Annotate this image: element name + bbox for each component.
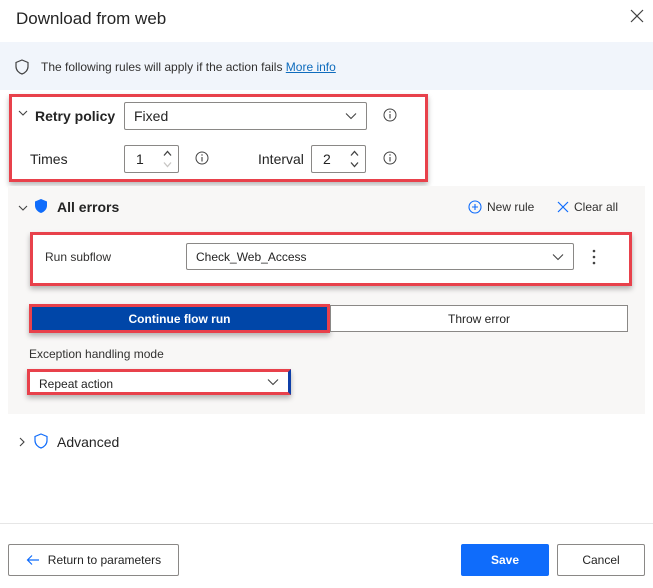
chevron-down-icon (345, 113, 357, 120)
cancel-button[interactable]: Cancel (557, 544, 645, 576)
info-icon[interactable] (383, 151, 397, 165)
shield-outline-icon (15, 59, 29, 75)
advanced-label[interactable]: Advanced (57, 434, 119, 450)
return-to-parameters-button[interactable]: Return to parameters (8, 544, 179, 576)
arrow-left-icon (26, 555, 39, 565)
chevron-down-icon[interactable] (18, 108, 28, 118)
return-label: Return to parameters (47, 553, 162, 567)
retry-policy-value: Fixed (134, 108, 169, 124)
add-circle-icon (468, 200, 482, 214)
clear-all-button[interactable]: Clear all (557, 200, 618, 214)
exception-mode-label: Exception handling mode (29, 347, 164, 361)
continue-flow-run-button[interactable]: Continue flow run (29, 304, 330, 333)
subflow-value: Check_Web_Access (196, 250, 307, 264)
interval-stepper[interactable]: 2 (311, 145, 366, 173)
chevron-right-icon[interactable] (17, 437, 27, 447)
shield-filled-icon (35, 199, 47, 213)
retry-policy-dropdown[interactable]: Fixed (124, 102, 367, 130)
new-rule-button[interactable]: New rule (468, 200, 534, 214)
all-errors-label[interactable]: All errors (57, 199, 119, 215)
times-stepper[interactable]: 1 (124, 145, 179, 173)
dismiss-icon (557, 201, 569, 213)
footer-divider (0, 523, 653, 524)
banner-message: The following rules will apply if the ac… (41, 60, 286, 74)
increment-icon[interactable] (350, 150, 359, 157)
banner-text: The following rules will apply if the ac… (41, 60, 336, 74)
subflow-dropdown[interactable]: Check_Web_Access (186, 243, 574, 270)
shield-outline-icon (34, 433, 48, 449)
clear-all-label: Clear all (574, 200, 619, 214)
times-label: Times (30, 151, 68, 167)
info-icon[interactable] (383, 108, 397, 122)
exception-mode-dropdown[interactable]: Repeat action (27, 369, 291, 395)
chevron-down-icon[interactable] (18, 203, 28, 213)
decrement-icon[interactable] (163, 161, 172, 168)
save-button[interactable]: Save (461, 544, 549, 576)
retry-policy-label[interactable]: Retry policy (35, 108, 115, 124)
new-rule-label: New rule (487, 200, 535, 214)
interval-value: 2 (323, 151, 331, 167)
throw-error-button[interactable]: Throw error (330, 305, 628, 332)
dialog-title: Download from web (16, 9, 167, 28)
chevron-down-icon (552, 253, 564, 260)
increment-icon[interactable] (163, 150, 172, 157)
info-icon[interactable] (195, 151, 209, 165)
interval-label: Interval (258, 151, 304, 167)
times-value: 1 (136, 151, 144, 167)
run-subflow-label: Run subflow (45, 250, 112, 264)
decrement-icon[interactable] (350, 161, 359, 168)
more-options-icon[interactable] (591, 248, 597, 266)
exception-mode-value: Repeat action (39, 377, 114, 391)
chevron-down-icon (267, 379, 279, 386)
more-info-link[interactable]: More info (286, 60, 336, 74)
close-icon[interactable] (630, 9, 644, 23)
